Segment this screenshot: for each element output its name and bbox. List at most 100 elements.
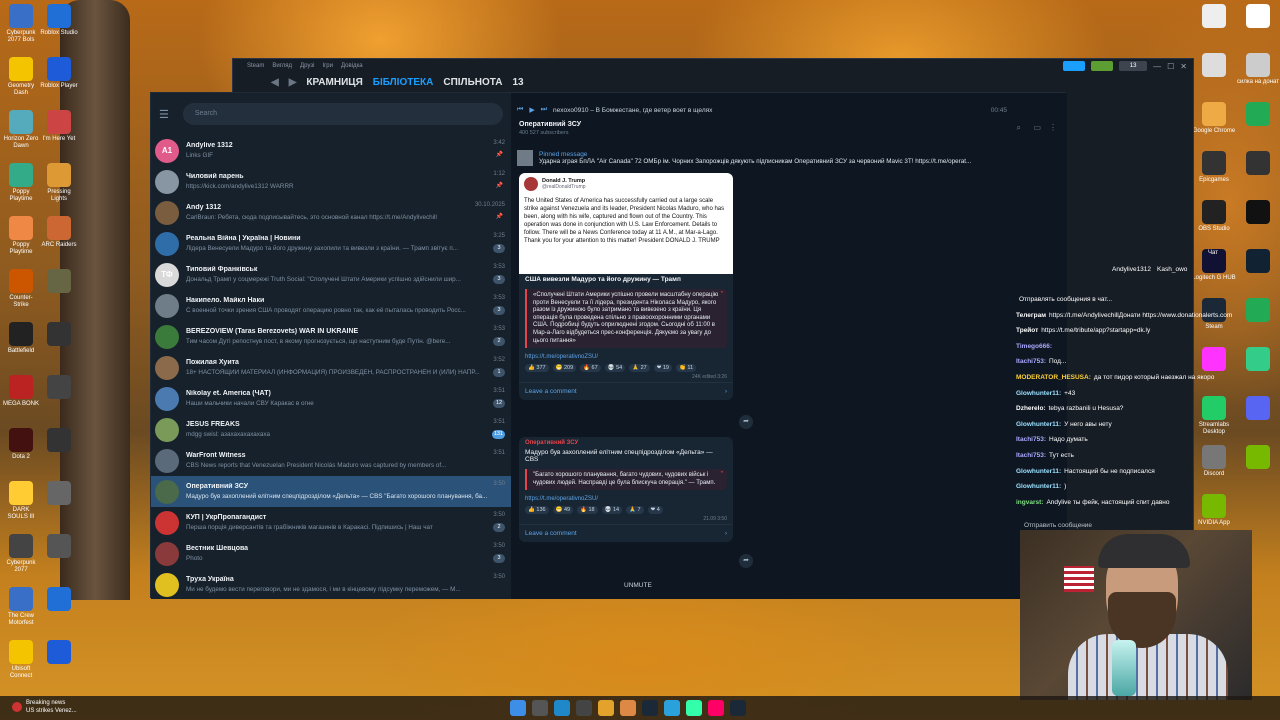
next-icon[interactable]: ⏭ — [541, 106, 547, 114]
reaction-chip[interactable]: 🔥 67 — [580, 364, 601, 373]
desktop-icon[interactable]: I'm Here Yet — [40, 110, 78, 162]
back-arrow-icon[interactable]: ◀ — [271, 77, 279, 88]
desktop-icon[interactable]: Pressing Lights — [40, 163, 78, 215]
edge-icon[interactable] — [554, 700, 570, 716]
desktop-icon[interactable] — [40, 640, 78, 692]
leave-comment-button[interactable]: Leave a comment › — [519, 382, 733, 400]
reaction-chip[interactable]: 🔥 18 — [577, 506, 598, 515]
chat-item[interactable]: Andy 1312 CarlBraun: Ребята, сюда подписы… — [151, 197, 511, 228]
desktop-icon[interactable] — [40, 375, 78, 427]
prev-icon[interactable]: ⏮ — [517, 106, 523, 114]
reaction-chip[interactable]: 💀 14 — [601, 506, 623, 515]
desktop-icon[interactable]: Cyberpunk 2077 Bols — [2, 4, 40, 56]
search-input[interactable]: Search — [182, 103, 503, 125]
task-view-icon[interactable] — [532, 700, 548, 716]
desktop-icon[interactable] — [1236, 151, 1280, 203]
desktop-icon[interactable]: Google Chrome — [1192, 102, 1236, 154]
chat-item[interactable]: Реальна Війна | Україна | Новини Лідера В… — [151, 228, 511, 259]
chat-item[interactable]: Чиловий парень https://kick.com/andylive1… — [151, 166, 511, 197]
chat-item[interactable]: Оперативний ЗСУ Мадуро був захоплений елі… — [151, 476, 511, 507]
app-icon[interactable] — [708, 700, 724, 716]
desktop-icon[interactable] — [40, 587, 78, 639]
notification-button[interactable] — [1091, 61, 1114, 71]
desktop-icon[interactable] — [1236, 102, 1280, 154]
nav-count[interactable]: 13 — [512, 77, 523, 88]
minimize-icon[interactable]: — — [1153, 62, 1161, 71]
reaction-chip[interactable]: 👍 136 — [525, 506, 549, 515]
desktop-icon[interactable]: OBS Studio — [1192, 200, 1236, 252]
tweet-image[interactable]: Donald J. Trump @realDonaldTrump The Uni… — [519, 173, 733, 274]
chat-item[interactable]: Nikolay et. America (ЧАТ) Наши мальчики н… — [151, 383, 511, 414]
share-icon[interactable]: ➦ — [739, 415, 753, 429]
reaction-chip[interactable]: 😁 49 — [552, 506, 574, 515]
maximize-icon[interactable]: ☐ — [1167, 62, 1174, 71]
menu-icon[interactable]: ☰ — [159, 108, 169, 121]
desktop-icon[interactable] — [1192, 53, 1236, 105]
nav-library[interactable]: БІБЛІОТЕКА — [373, 77, 434, 88]
friends-count[interactable]: 13 — [1119, 61, 1148, 71]
desktop-icon[interactable]: силка на донат — [1236, 53, 1280, 105]
steam-icon-2[interactable] — [730, 700, 746, 716]
reaction-chip[interactable]: 🙏 27 — [629, 364, 650, 373]
desktop-icon[interactable]: MEGA BONK — [2, 375, 40, 427]
desktop-icon[interactable]: Epicgames — [1192, 151, 1236, 203]
desktop-icon[interactable]: ARC Raiders — [40, 216, 78, 268]
steam-menu-item[interactable]: Друзі — [300, 63, 314, 69]
news-widget[interactable]: Breaking news US strikes Venez... — [12, 699, 77, 715]
play-icon[interactable]: ▶ — [529, 106, 534, 114]
steam-menu-item[interactable]: Steam — [247, 63, 264, 69]
sidebar-toggle-icon[interactable]: ▭ — [1033, 123, 1041, 132]
streamlabs-icon[interactable] — [686, 700, 702, 716]
leave-comment-button[interactable]: Leave a comment › — [519, 524, 733, 542]
steam-icon[interactable] — [642, 700, 658, 716]
reaction-chip[interactable]: 😁 209 — [552, 364, 577, 373]
chat-item[interactable]: Труха Україна Ми не будемо вести перегово… — [151, 569, 511, 600]
chat-item[interactable]: Накипело. Майкл Наки С военной точки зрен… — [151, 290, 511, 321]
steam-menu-item[interactable]: Довідка — [341, 63, 363, 69]
obs-icon[interactable] — [576, 700, 592, 716]
desktop-icon[interactable]: Battlefield — [2, 322, 40, 374]
desktop-icon[interactable] — [40, 428, 78, 480]
desktop-icon[interactable] — [40, 322, 78, 374]
desktop-icon[interactable] — [40, 534, 78, 586]
desktop-icon[interactable]: Roblox Studio — [40, 4, 78, 56]
chat-item[interactable]: BEREZOVIEW (Taras Berezovets) WAR IN UKR… — [151, 321, 511, 352]
pinned-message[interactable]: Pinned message Ударна зграя БпЛА "Air Ca… — [517, 147, 1057, 169]
desktop-icon[interactable]: Roblox Player — [40, 57, 78, 109]
forward-arrow-icon[interactable]: ▶ — [289, 77, 297, 88]
send-message-input[interactable]: Отправить сообщение — [1024, 522, 1092, 529]
close-icon[interactable]: ✕ — [1180, 62, 1187, 71]
desktop-icon[interactable]: Geometry Dash — [2, 57, 40, 109]
steam-menu-item[interactable]: Ігри — [322, 63, 333, 69]
desktop-icon[interactable] — [40, 481, 78, 533]
reaction-chip[interactable]: 💀 54 — [604, 364, 626, 373]
desktop-icon[interactable]: Poppy Playtime — [2, 216, 40, 268]
unmute-button[interactable]: UNMUTE — [624, 582, 652, 589]
telegram-icon[interactable] — [664, 700, 680, 716]
chrome-icon[interactable] — [620, 700, 636, 716]
chat-item[interactable]: WarFront Witness CBS News reports that Ve… — [151, 445, 511, 476]
chat-item[interactable]: Пожилая Хуита 18+ НАСТОЯЩИЙ МАТЕРИАЛ (ИНФ… — [151, 352, 511, 383]
broadcast-button[interactable] — [1063, 61, 1086, 71]
post-link[interactable]: https://t.me/operativnoZSU/ — [519, 352, 733, 362]
nav-community[interactable]: СПІЛЬНОТА — [443, 77, 502, 88]
desktop-icon[interactable] — [1236, 4, 1280, 56]
desktop-icon[interactable]: DARK SOULS III — [2, 481, 40, 533]
chat-item[interactable]: JESUS FREAKS mdgg swisl: азахахахахахаха 3… — [151, 414, 511, 445]
reaction-chip[interactable]: 👍 377 — [525, 364, 549, 373]
reaction-chip[interactable]: ❤ 4 — [647, 506, 663, 515]
desktop-icon[interactable]: Cyberpunk 2077 — [2, 534, 40, 586]
desktop-icon[interactable]: Horizon Zero Dawn — [2, 110, 40, 162]
desktop-icon[interactable]: Dota 2 — [2, 428, 40, 480]
chat-item[interactable]: Вестник Шевцова Photo 3:50 3 — [151, 538, 511, 569]
reaction-chip[interactable]: 👏 11 — [675, 364, 697, 373]
post-link[interactable]: https://t.me/operativnoZSU/ — [519, 494, 733, 504]
desktop-icon[interactable] — [40, 269, 78, 321]
folder-icon[interactable] — [598, 700, 614, 716]
chat-item[interactable]: A1 Andylive 1312 Links GIF 3:42 📌 — [151, 135, 511, 166]
nav-store[interactable]: КРАМНИЦЯ — [306, 77, 362, 88]
channel-header[interactable]: Оперативний ЗСУ 400 527 subscribers ⌕ ▭ … — [511, 117, 1067, 143]
steam-menu-item[interactable]: Вигляд — [272, 63, 292, 69]
desktop-icon[interactable]: Counter-Strike — [2, 269, 40, 321]
chat-item[interactable]: КУП | УкрПропагандист Перша порція диверс… — [151, 507, 511, 538]
